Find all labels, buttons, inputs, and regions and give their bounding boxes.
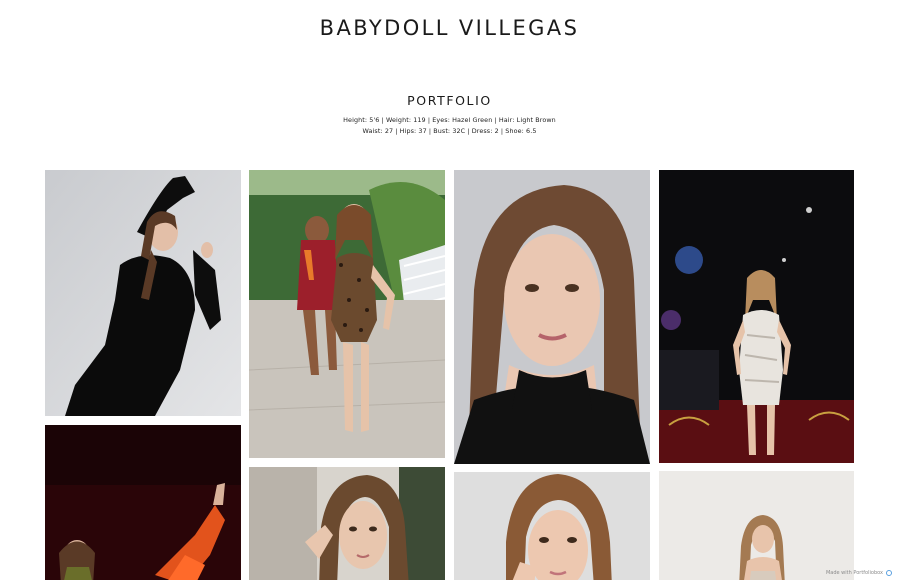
gallery-photo-4[interactable] [659, 170, 854, 463]
made-with-badge[interactable]: Made with Portfoliobox [826, 570, 892, 576]
gallery-photo-1[interactable] [45, 170, 241, 416]
portfolio-heading: PORTFOLIO [407, 93, 492, 108]
model-stats-line-1: Height: 5'6 | Weight: 119 | Eyes: Hazel … [343, 116, 556, 124]
gallery-photo-6[interactable] [249, 467, 445, 580]
portfoliobox-logo-icon [886, 570, 892, 576]
model-stats-line-2: Waist: 27 | Hips: 37 | Bust: 32C | Dress… [362, 127, 537, 135]
gallery-photo-8[interactable] [659, 471, 854, 580]
gallery-photo-3[interactable] [454, 170, 650, 464]
gallery-photo-7[interactable] [454, 472, 650, 580]
gallery-photo-5[interactable] [45, 425, 241, 580]
badge-text: Made with Portfoliobox [825, 570, 883, 576]
site-title[interactable]: BABYDOLL VILLEGAS [0, 16, 899, 40]
gallery-photo-2[interactable] [249, 170, 445, 458]
